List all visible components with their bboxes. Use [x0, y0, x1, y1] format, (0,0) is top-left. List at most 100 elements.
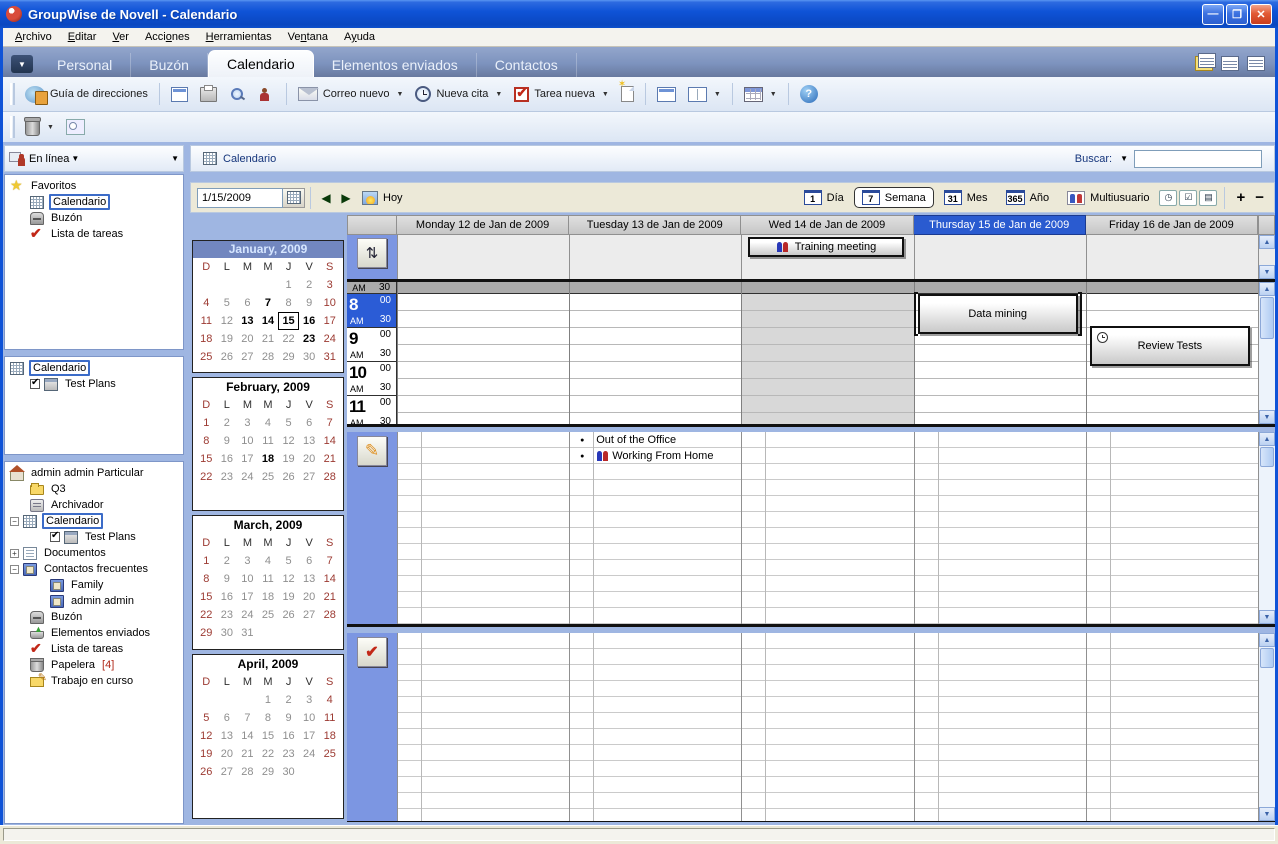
mini-day[interactable]: 24 — [319, 330, 340, 348]
day-header-2[interactable]: Wed 14 de Jan de 2009 — [741, 215, 913, 235]
mini-day[interactable]: 9 — [299, 294, 320, 312]
tasks-icon[interactable]: ✔ — [357, 637, 387, 667]
tree-item-lista-de-tareas[interactable]: Lista de tareas — [5, 641, 183, 657]
mini-day[interactable]: 9 — [278, 709, 299, 727]
notes-icon[interactable]: ✎ — [357, 436, 387, 466]
mini-day[interactable]: 26 — [278, 606, 299, 624]
tasks-cell-4[interactable] — [1086, 633, 1258, 821]
close-button[interactable]: ✕ — [1250, 4, 1272, 25]
mini-day[interactable]: 13 — [299, 432, 320, 450]
tree-item-admin-admin-particular[interactable]: admin admin Particular — [5, 465, 183, 481]
mini-day[interactable]: 25 — [258, 606, 279, 624]
mini-day[interactable]: 25 — [258, 468, 279, 486]
mini-day[interactable]: 16 — [299, 312, 320, 330]
mini-day[interactable]: 1 — [196, 552, 217, 570]
panel-dropdown-icon[interactable]: ▼ — [171, 154, 179, 163]
mini-day[interactable]: 17 — [237, 450, 258, 468]
mini-day[interactable]: 14 — [319, 570, 340, 588]
grid-view-dropdown[interactable]: ▼ — [714, 91, 721, 98]
tab-elementos-enviados[interactable]: Elementos enviados — [314, 53, 477, 77]
hour-8-current[interactable]: 8AM0030 — [347, 294, 396, 328]
mini-day[interactable]: 28 — [319, 468, 340, 486]
mini-day[interactable]: 28 — [258, 348, 279, 366]
tree-item-calendario[interactable]: Calendario — [5, 360, 183, 376]
tree-item-archivador[interactable]: Archivador — [5, 497, 183, 513]
menu-item-herramientas[interactable]: Herramientas — [198, 29, 280, 45]
tasks-cell-2[interactable] — [741, 633, 913, 821]
mini-day[interactable]: 26 — [196, 763, 217, 781]
allday-cell-3[interactable] — [914, 235, 1086, 279]
mini-day[interactable]: 20 — [299, 588, 320, 606]
date-picker-button[interactable] — [283, 188, 305, 208]
new-appointment-button[interactable]: Nueva cita ▼ — [409, 83, 508, 105]
mini-day[interactable]: 13 — [237, 312, 258, 330]
online-mode-selector[interactable]: En línea ▼ ▼ — [4, 145, 184, 172]
menu-item-archivo[interactable]: Archivo — [7, 29, 60, 45]
date-input[interactable]: 1/15/2009 — [197, 188, 283, 208]
notes-cell-1[interactable]: ●Out of the Office●Working From Home — [569, 432, 741, 624]
scroll-up-button[interactable]: ▲ — [1259, 633, 1275, 647]
mini-day[interactable]: 30 — [217, 624, 238, 642]
day-header-1[interactable]: Tuesday 13 de Jan de 2009 — [569, 215, 741, 235]
mini-day[interactable]: 12 — [217, 312, 238, 330]
mini-day[interactable]: 10 — [237, 432, 258, 450]
find-contact-button[interactable] — [252, 84, 281, 105]
mini-day[interactable]: 24 — [299, 745, 320, 763]
mini-day[interactable]: 11 — [196, 312, 217, 330]
mini-day[interactable]: 4 — [258, 552, 279, 570]
mini-day[interactable]: 6 — [237, 294, 258, 312]
menu-item-ver[interactable]: Ver — [104, 29, 137, 45]
mini-day[interactable]: 18 — [196, 330, 217, 348]
mini-day[interactable]: 26 — [217, 348, 238, 366]
mini-day[interactable]: 23 — [217, 468, 238, 486]
mini-day[interactable]: 7 — [258, 294, 279, 312]
mini-day[interactable]: 20 — [237, 330, 258, 348]
mini-day[interactable]: 3 — [237, 552, 258, 570]
mini-day[interactable]: 11 — [258, 432, 279, 450]
mini-day[interactable]: 19 — [217, 330, 238, 348]
list-view-icon[interactable] — [1247, 56, 1265, 71]
mini-day[interactable]: 11 — [258, 570, 279, 588]
mini-day[interactable]: 21 — [237, 745, 258, 763]
mini-day[interactable]: 6 — [217, 709, 238, 727]
pending-items-icon[interactable] — [1195, 56, 1213, 71]
allday-event[interactable]: Training meeting — [748, 237, 903, 257]
mini-day[interactable]: 13 — [217, 727, 238, 745]
mini-day[interactable]: 22 — [196, 606, 217, 624]
mini-day[interactable]: 15 — [258, 727, 279, 745]
calendar-view-dropdown[interactable]: ▼ — [770, 91, 777, 98]
mini-day[interactable]: 24 — [237, 468, 258, 486]
mini-day[interactable]: 10 — [237, 570, 258, 588]
tree-item-lista-de-tareas[interactable]: Lista de tareas — [5, 226, 183, 242]
tasks-cell-0[interactable] — [397, 633, 569, 821]
menu-item-acciones[interactable]: Acciones — [137, 29, 198, 45]
mini-day[interactable]: 25 — [319, 745, 340, 763]
menu-item-ayuda[interactable]: Ayuda — [336, 29, 383, 45]
mini-day[interactable]: 18 — [258, 588, 279, 606]
new-mail-dropdown[interactable]: ▼ — [397, 91, 404, 98]
mini-day[interactable]: 5 — [217, 294, 238, 312]
mini-day[interactable]: 30 — [299, 348, 320, 366]
toolbar-grip[interactable] — [10, 83, 15, 105]
mini-day[interactable]: 23 — [299, 330, 320, 348]
scroll-down-button[interactable]: ▼ — [1259, 265, 1275, 279]
mini-day[interactable]: 20 — [299, 450, 320, 468]
mini-day[interactable]: 9 — [217, 432, 238, 450]
time-column-0[interactable] — [397, 282, 569, 424]
scrollbar-thumb[interactable] — [1260, 648, 1274, 668]
notes-cell-0[interactable] — [397, 432, 569, 624]
mini-day[interactable]: 23 — [278, 745, 299, 763]
mini-day[interactable]: 31 — [319, 348, 340, 366]
mini-day[interactable]: 22 — [196, 468, 217, 486]
mini-day[interactable]: 21 — [319, 588, 340, 606]
appointment-review-tests[interactable]: Review Tests — [1090, 326, 1250, 366]
mini-day[interactable]: 18 — [258, 450, 279, 468]
mini-day[interactable]: 14 — [258, 312, 279, 330]
mini-day[interactable]: 29 — [258, 763, 279, 781]
expander-minus-icon[interactable]: − — [10, 565, 19, 574]
mini-day[interactable]: 6 — [299, 414, 320, 432]
tree-item-trabajo-en-curso[interactable]: Trabajo en curso — [5, 673, 183, 689]
mini-day[interactable]: 11 — [319, 709, 340, 727]
mini-day[interactable]: 16 — [278, 727, 299, 745]
tree-item-favoritos[interactable]: Favoritos — [5, 178, 183, 194]
